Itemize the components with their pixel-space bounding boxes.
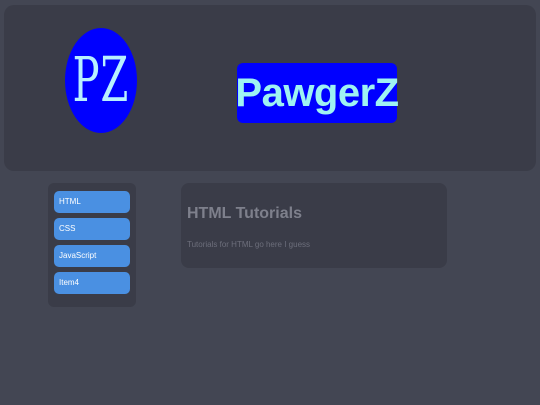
logo: PZ [65,28,137,133]
sidebar-item-html[interactable]: HTML [54,191,130,213]
brand-banner: PawgerZ [235,63,399,123]
brand-name: PawgerZ [235,70,399,115]
sidebar-item-css[interactable]: CSS [54,218,130,240]
page-title: HTML Tutorials [187,205,302,222]
site-header: PZ PawgerZ [4,5,536,171]
sidebar-nav: HTML CSS JavaScript Item4 [48,183,136,307]
page-body-text: Tutorials for HTML go here I guess [187,240,311,249]
logo-text: PZ [72,44,130,117]
sidebar-item-javascript[interactable]: JavaScript [54,245,130,267]
sidebar-item-item4[interactable]: Item4 [54,272,130,294]
main-content: HTML Tutorials Tutorials for HTML go her… [181,183,447,268]
